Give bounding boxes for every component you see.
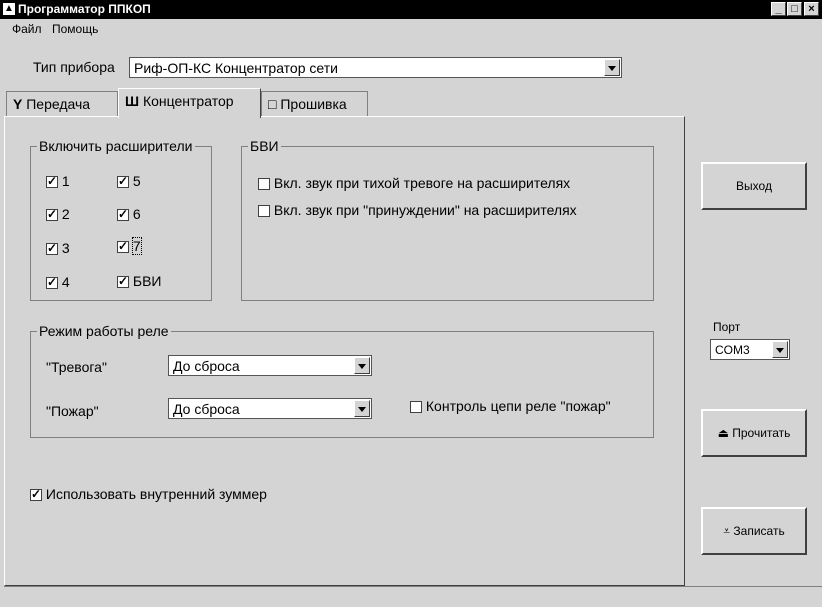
- checkbox[interactable]: [30, 487, 42, 502]
- expander-checkbox-6[interactable]: 6: [117, 206, 141, 222]
- bvi-duress-sound[interactable]: Вкл. звук при "принуждении" на расширите…: [258, 202, 577, 218]
- chip-icon: □: [268, 96, 277, 112]
- checkbox[interactable]: [46, 275, 58, 290]
- eject-icon: ⏏: [717, 426, 729, 440]
- port-label: Порт: [713, 320, 741, 334]
- read-button-label: Прочитать: [732, 426, 791, 440]
- checkbox[interactable]: [46, 174, 58, 189]
- expander-checkbox-4[interactable]: 4: [46, 274, 70, 290]
- expander-checkbox-3[interactable]: 3: [46, 240, 70, 256]
- expander-checkbox-5[interactable]: 5: [117, 173, 141, 189]
- bvi-silent-alarm-sound[interactable]: Вкл. звук при тихой тревоге на расширите…: [258, 175, 570, 191]
- port-select[interactable]: COM3: [710, 339, 790, 360]
- expander-checkbox-2[interactable]: 2: [46, 206, 70, 222]
- device-type-value: Риф-ОП-КС Концентратор сети: [134, 60, 338, 76]
- checkbox[interactable]: [117, 239, 129, 254]
- app-icon: ▲: [3, 3, 15, 15]
- window-title: Программатор ППКОП: [18, 2, 151, 16]
- close-button[interactable]: ×: [804, 2, 819, 16]
- fire-relay-value: До сброса: [173, 401, 240, 417]
- write-button[interactable]: ⩡ Записать: [701, 507, 807, 555]
- chevron-down-icon[interactable]: [604, 59, 620, 76]
- expanders-title: Включить расширители: [37, 138, 195, 154]
- bvi-title: БВИ: [248, 138, 281, 154]
- relay-title: Режим работы реле: [37, 323, 171, 339]
- chevron-down-icon[interactable]: [354, 400, 370, 417]
- checkbox[interactable]: [46, 241, 58, 256]
- maximize-button[interactable]: □: [787, 2, 802, 16]
- port-value: COM3: [715, 343, 750, 357]
- tab-firmware-label: Прошивка: [280, 96, 347, 112]
- write-icon: ⩡: [723, 524, 731, 538]
- menu-bar: Файл Помощь: [0, 20, 822, 38]
- tab-transfer-label: Передача: [26, 96, 91, 112]
- checkbox[interactable]: [117, 207, 129, 222]
- relay-group: Режим работы реле: [30, 323, 654, 438]
- menu-file[interactable]: Файл: [12, 22, 42, 36]
- antenna-icon: Y: [13, 96, 23, 112]
- device-type-select[interactable]: Риф-ОП-КС Концентратор сети: [129, 57, 622, 78]
- expander-checkbox-7[interactable]: 7: [117, 237, 142, 255]
- title-bar: ▲ Программатор ППКОП _ □ ×: [0, 0, 822, 19]
- internal-buzzer-checkbox[interactable]: Использовать внутренний зуммер: [30, 486, 267, 502]
- chevron-down-icon[interactable]: [772, 341, 788, 358]
- tab-concentrator[interactable]: Ш Концентратор: [118, 88, 261, 118]
- exit-button[interactable]: Выход: [701, 162, 807, 210]
- expander-checkbox-bvi[interactable]: БВИ: [117, 273, 161, 289]
- checkbox[interactable]: [258, 205, 270, 218]
- checkbox[interactable]: [117, 174, 129, 189]
- chevron-down-icon[interactable]: [354, 357, 370, 374]
- expander-checkbox-1[interactable]: 1: [46, 173, 70, 189]
- checkbox[interactable]: [258, 178, 270, 191]
- alarm-relay-select[interactable]: До сброса: [168, 355, 372, 376]
- exit-button-label: Выход: [736, 179, 772, 193]
- write-button-label: Записать: [733, 524, 785, 538]
- checkbox[interactable]: [117, 274, 129, 289]
- alarm-relay-label: "Тревога": [46, 359, 107, 375]
- alarm-relay-value: До сброса: [173, 358, 240, 374]
- bvi-group: БВИ: [241, 138, 654, 301]
- fire-relay-control-checkbox[interactable]: Контроль цепи реле "пожар": [410, 398, 611, 414]
- status-bar: [4, 586, 822, 607]
- menu-help[interactable]: Помощь: [52, 22, 98, 36]
- tab-transfer[interactable]: Y Передача: [6, 91, 118, 116]
- tab-firmware[interactable]: □ Прошивка: [261, 91, 368, 116]
- fire-relay-label: "Пожар": [46, 403, 99, 419]
- minimize-button[interactable]: _: [771, 2, 786, 16]
- fire-relay-select[interactable]: До сброса: [168, 398, 372, 419]
- checkbox[interactable]: [410, 401, 422, 414]
- concentrator-icon: Ш: [125, 93, 140, 109]
- device-type-label: Тип прибора: [33, 59, 115, 75]
- checkbox[interactable]: [46, 207, 58, 222]
- tab-concentrator-label: Концентратор: [142, 93, 234, 109]
- read-button[interactable]: ⏏ Прочитать: [701, 409, 807, 457]
